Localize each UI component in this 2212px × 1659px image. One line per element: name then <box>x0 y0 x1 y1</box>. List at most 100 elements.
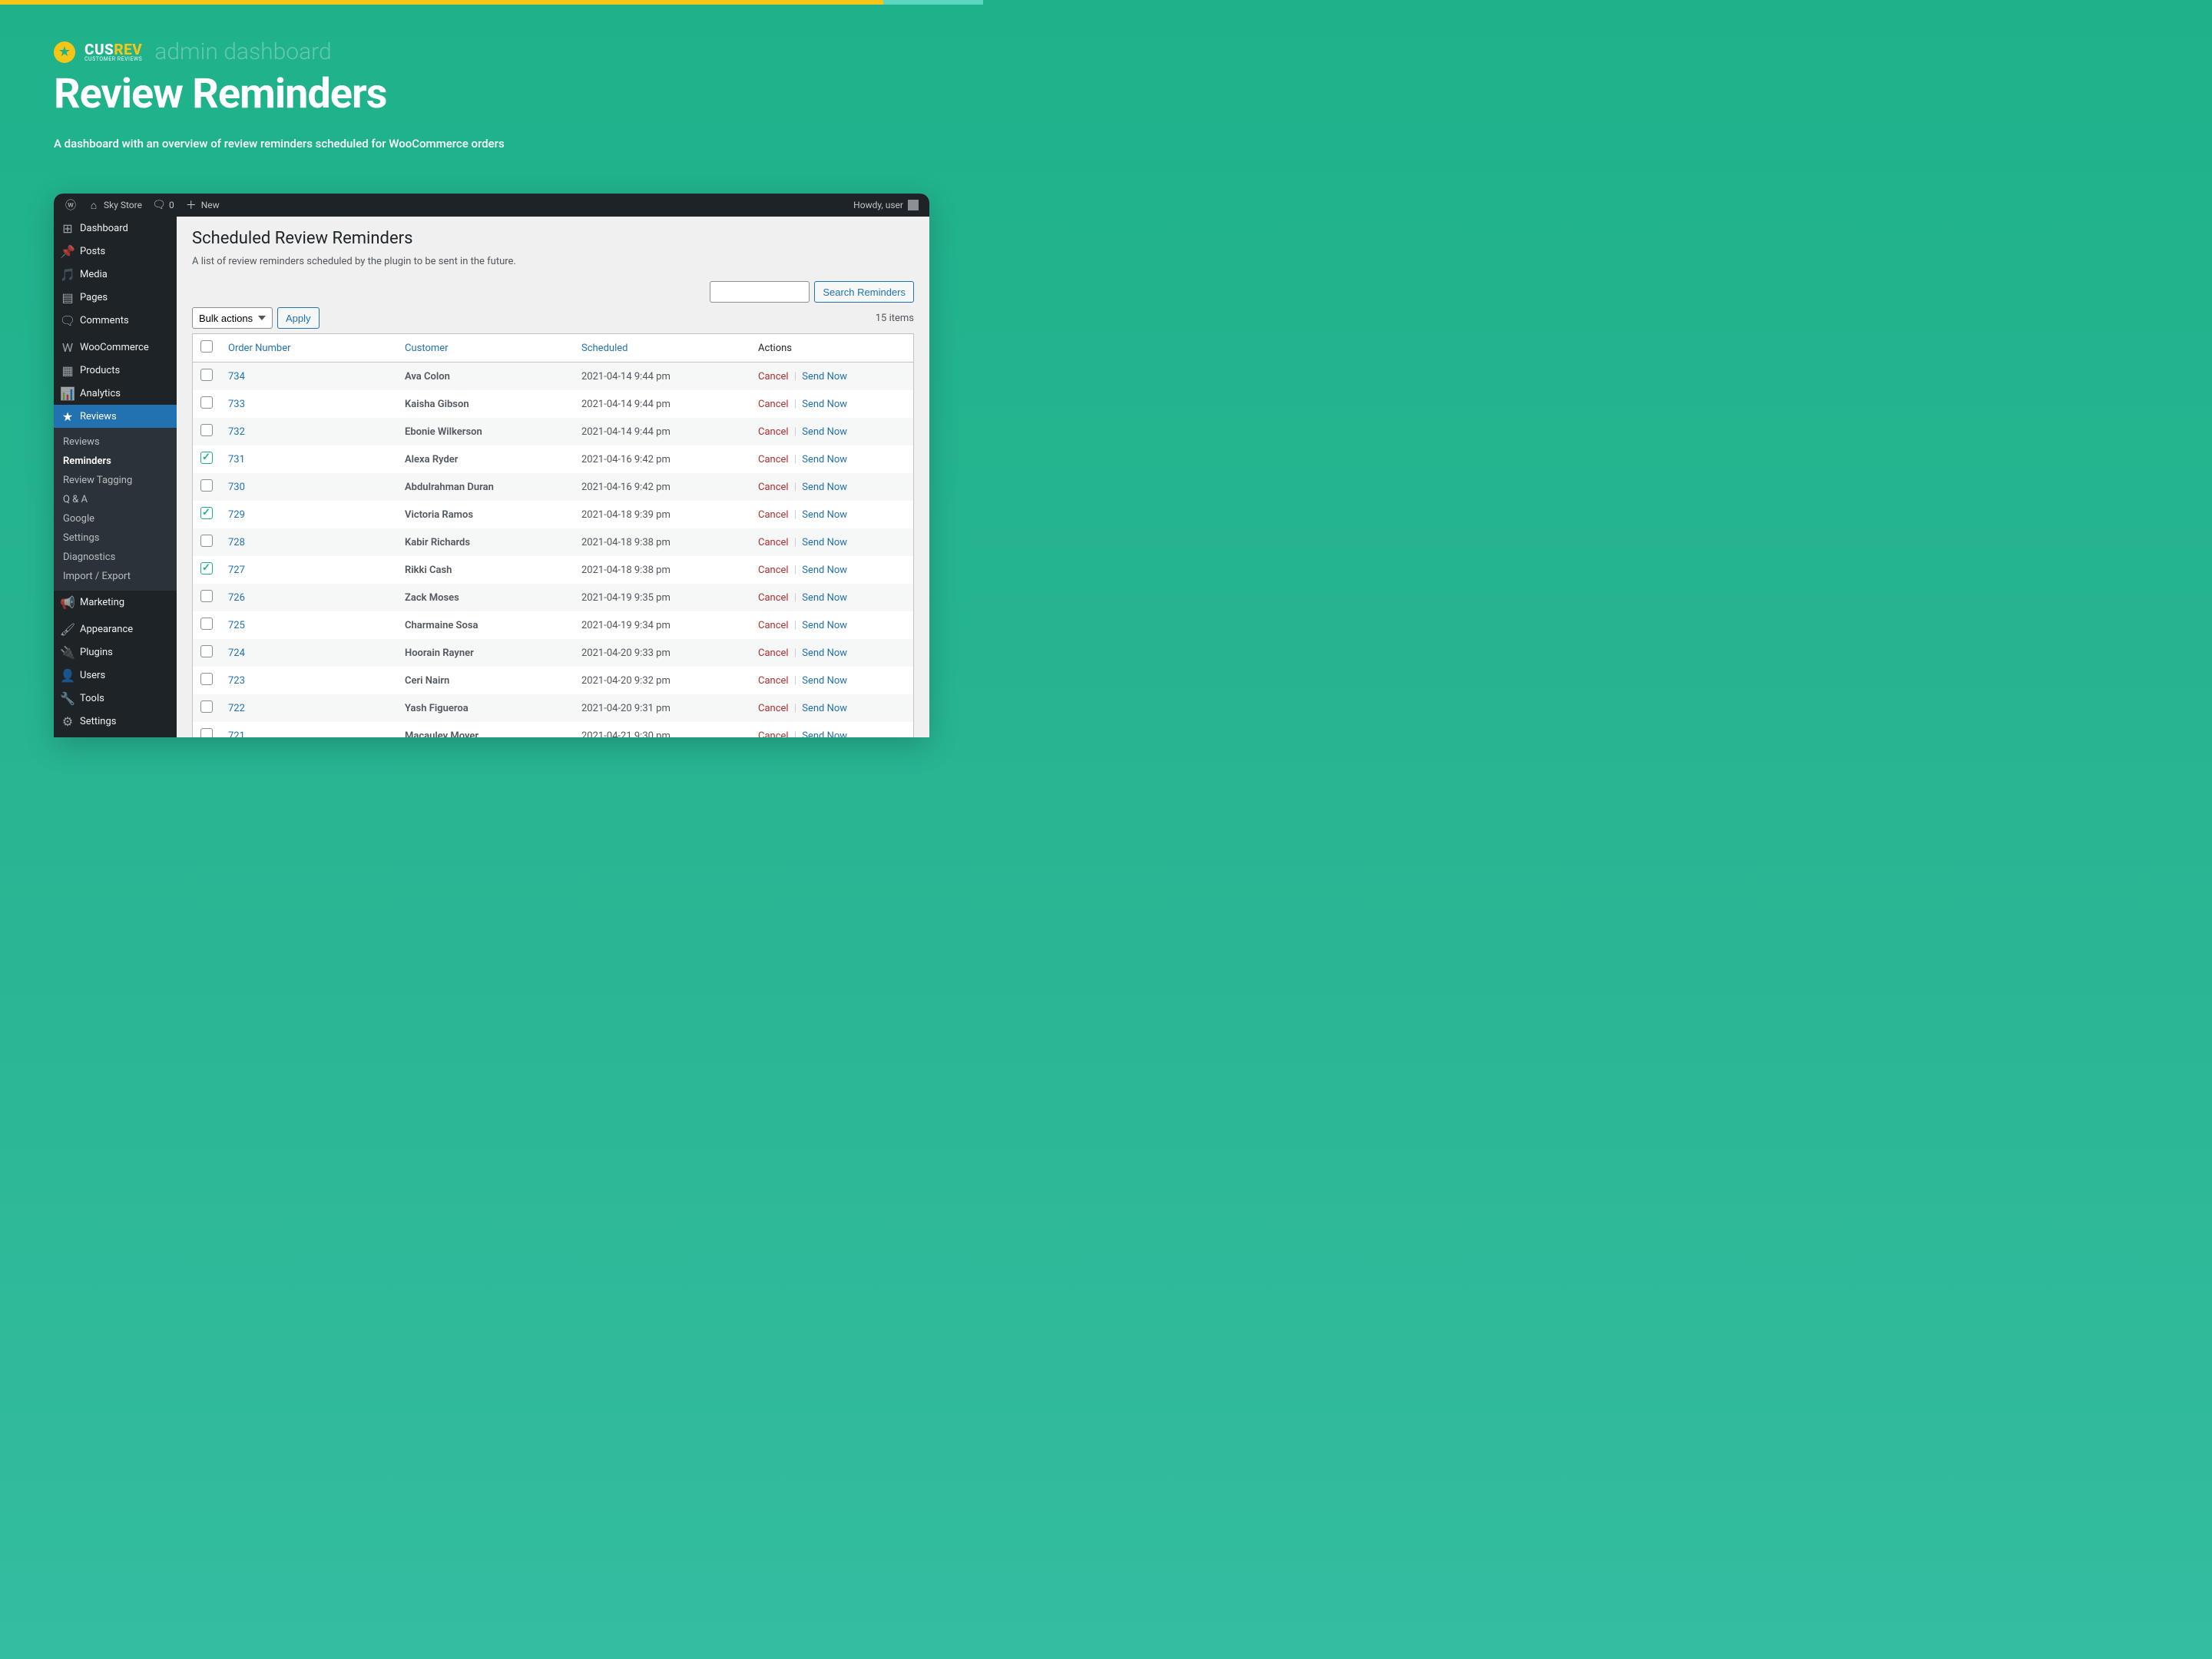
user-menu[interactable]: Howdy, user <box>853 200 919 210</box>
send-now-link[interactable]: Send Now <box>802 730 847 738</box>
menu-item-dashboard[interactable]: ⊞Dashboard <box>54 217 177 240</box>
new-link[interactable]: ＋New <box>185 199 220 211</box>
menu-item-tools[interactable]: 🔧Tools <box>54 687 177 710</box>
select-all-checkbox[interactable] <box>200 340 213 353</box>
order-link[interactable]: 721 <box>228 730 245 738</box>
row-checkbox[interactable] <box>200 452 213 464</box>
row-checkbox[interactable] <box>200 645 213 657</box>
menu-item-appearance[interactable]: 🖌Appearance <box>54 618 177 641</box>
send-now-link[interactable]: Send Now <box>802 537 847 548</box>
send-now-link[interactable]: Send Now <box>802 509 847 521</box>
order-link[interactable]: 728 <box>228 537 245 548</box>
search-reminders-button[interactable]: Search Reminders <box>814 281 914 303</box>
cancel-link[interactable]: Cancel <box>758 730 789 738</box>
star-icon: ★ <box>61 410 74 422</box>
menu-item-comments[interactable]: 🗨Comments <box>54 309 177 332</box>
comments-link[interactable]: 🗨0 <box>153 199 174 211</box>
order-link[interactable]: 729 <box>228 509 245 521</box>
column-scheduled[interactable]: Scheduled <box>574 334 750 363</box>
cancel-link[interactable]: Cancel <box>758 620 789 631</box>
send-now-link[interactable]: Send Now <box>802 426 847 438</box>
cancel-link[interactable]: Cancel <box>758 537 789 548</box>
send-now-link[interactable]: Send Now <box>802 565 847 576</box>
order-link[interactable]: 722 <box>228 703 245 714</box>
menu-item-media[interactable]: 🎵Media <box>54 263 177 286</box>
submenu-item-settings[interactable]: Settings <box>54 528 177 548</box>
cancel-link[interactable]: Cancel <box>758 399 789 410</box>
menu-item-pages[interactable]: ▤Pages <box>54 286 177 309</box>
menu-item-posts[interactable]: 📌Posts <box>54 240 177 263</box>
menu-item-woocommerce[interactable]: WWooCommerce <box>54 336 177 359</box>
column-customer[interactable]: Customer <box>397 334 574 363</box>
submenu-item-google[interactable]: Google <box>54 509 177 528</box>
send-now-link[interactable]: Send Now <box>802 592 847 604</box>
order-link[interactable]: 731 <box>228 454 245 465</box>
cancel-link[interactable]: Cancel <box>758 482 789 493</box>
order-link[interactable]: 725 <box>228 620 245 631</box>
analytics-icon: 📊 <box>61 387 74 399</box>
column-order[interactable]: Order Number <box>220 334 397 363</box>
marketing-icon: 📢 <box>61 596 74 608</box>
cancel-link[interactable]: Cancel <box>758 647 789 659</box>
site-link[interactable]: ⌂Sky Store <box>88 199 142 211</box>
submenu-item-review-tagging[interactable]: Review Tagging <box>54 471 177 490</box>
cancel-link[interactable]: Cancel <box>758 426 789 438</box>
bulk-actions-select[interactable]: Bulk actions <box>192 307 273 329</box>
send-now-link[interactable]: Send Now <box>802 647 847 659</box>
send-now-link[interactable]: Send Now <box>802 703 847 714</box>
send-now-link[interactable]: Send Now <box>802 371 847 382</box>
cancel-link[interactable]: Cancel <box>758 509 789 521</box>
users-icon: 👤 <box>61 669 74 681</box>
scheduled-time: 2021-04-20 9:32 pm <box>574 667 750 694</box>
row-checkbox[interactable] <box>200 424 213 436</box>
menu-item-marketing[interactable]: 📢Marketing <box>54 591 177 614</box>
order-link[interactable]: 732 <box>228 426 245 438</box>
send-now-link[interactable]: Send Now <box>802 454 847 465</box>
row-checkbox[interactable] <box>200 479 213 492</box>
cancel-link[interactable]: Cancel <box>758 371 789 382</box>
row-checkbox[interactable] <box>200 700 213 713</box>
submenu-item-q-a[interactable]: Q & A <box>54 490 177 509</box>
submenu-item-diagnostics[interactable]: Diagnostics <box>54 548 177 567</box>
cancel-link[interactable]: Cancel <box>758 675 789 687</box>
menu-label: Media <box>80 269 108 280</box>
menu-item-products[interactable]: ▦Products <box>54 359 177 382</box>
wp-logo-icon[interactable]: ⓦ <box>65 199 77 211</box>
search-reminders-input[interactable] <box>710 281 810 303</box>
cancel-link[interactable]: Cancel <box>758 592 789 604</box>
order-link[interactable]: 733 <box>228 399 245 410</box>
order-link[interactable]: 726 <box>228 592 245 604</box>
order-link[interactable]: 734 <box>228 371 245 382</box>
send-now-link[interactable]: Send Now <box>802 482 847 493</box>
send-now-link[interactable]: Send Now <box>802 675 847 687</box>
order-link[interactable]: 724 <box>228 647 245 659</box>
submenu-item-reviews[interactable]: Reviews <box>54 432 177 452</box>
row-checkbox[interactable] <box>200 396 213 409</box>
menu-item-settings[interactable]: ⚙Settings <box>54 710 177 733</box>
order-link[interactable]: 723 <box>228 675 245 687</box>
apply-button[interactable]: Apply <box>277 307 320 329</box>
row-checkbox[interactable] <box>200 369 213 381</box>
menu-item-reviews[interactable]: ★Reviews <box>54 405 177 428</box>
scheduled-time: 2021-04-19 9:35 pm <box>574 584 750 611</box>
collapse-menu-button[interactable]: ◀Collapse menu <box>54 733 177 737</box>
cancel-link[interactable]: Cancel <box>758 703 789 714</box>
menu-item-users[interactable]: 👤Users <box>54 664 177 687</box>
send-now-link[interactable]: Send Now <box>802 399 847 410</box>
order-link[interactable]: 727 <box>228 565 245 576</box>
cancel-link[interactable]: Cancel <box>758 454 789 465</box>
submenu-item-import-export[interactable]: Import / Export <box>54 567 177 586</box>
cancel-link[interactable]: Cancel <box>758 565 789 576</box>
row-checkbox[interactable] <box>200 728 213 737</box>
menu-item-analytics[interactable]: 📊Analytics <box>54 382 177 405</box>
menu-item-plugins[interactable]: 🔌Plugins <box>54 641 177 664</box>
send-now-link[interactable]: Send Now <box>802 620 847 631</box>
row-checkbox[interactable] <box>200 590 213 602</box>
row-checkbox[interactable] <box>200 618 213 630</box>
order-link[interactable]: 730 <box>228 482 245 493</box>
row-checkbox[interactable] <box>200 535 213 547</box>
row-checkbox[interactable] <box>200 562 213 575</box>
row-checkbox[interactable] <box>200 507 213 519</box>
row-checkbox[interactable] <box>200 673 213 685</box>
submenu-item-reminders[interactable]: Reminders <box>54 452 177 471</box>
